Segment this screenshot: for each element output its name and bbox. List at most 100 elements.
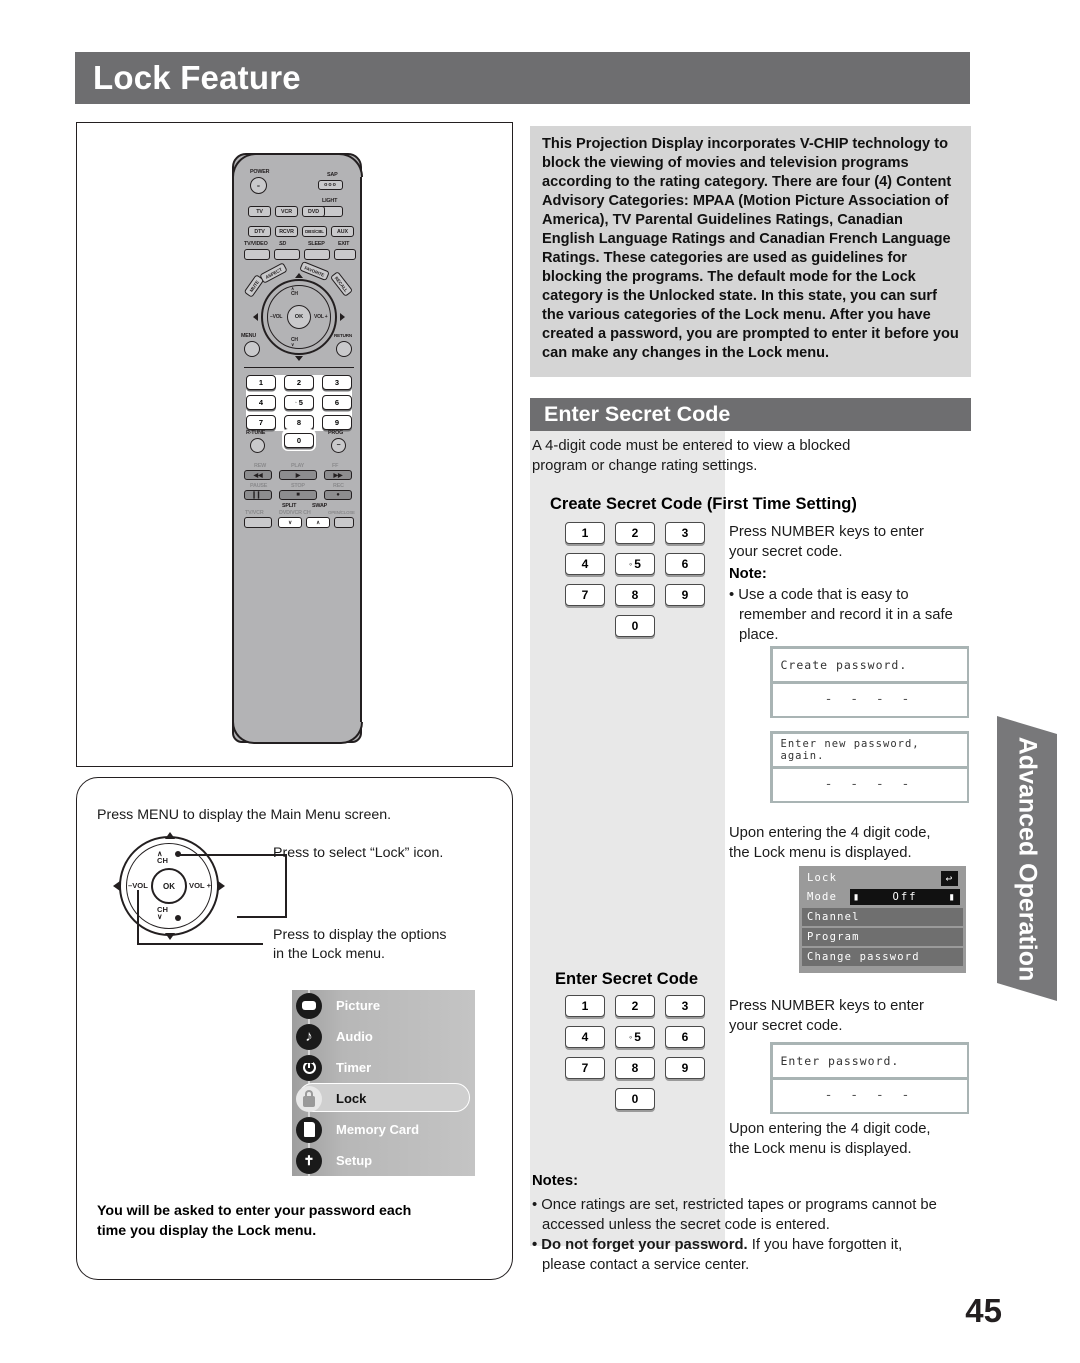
remote-dvd-button[interactable]: DVD (302, 206, 325, 217)
enter-key-0[interactable]: 0 (615, 1088, 655, 1110)
create-key-0[interactable]: 0 (615, 615, 655, 637)
remote-open-close-button[interactable] (334, 517, 354, 528)
remote-rcvr-button[interactable]: RCVR (275, 226, 298, 237)
remote-key-2[interactable]: 2 (284, 375, 314, 390)
create-key-7[interactable]: 7 (565, 584, 605, 606)
remote-key-7[interactable]: 7 (246, 415, 276, 430)
page-title-bar: Lock Feature (75, 52, 970, 104)
remote-sleep-button[interactable] (304, 249, 330, 260)
confirm-password-prompt-row: Enter new password, again. (772, 733, 967, 766)
enter-key-2[interactable]: 2 (615, 995, 655, 1017)
main-menu-item-picture[interactable]: Picture (292, 990, 475, 1021)
mode-right-arrow-icon[interactable]: ▮ (949, 891, 957, 903)
enter-key-4[interactable]: 4 (565, 1026, 605, 1048)
callout-2-leader-v (137, 890, 139, 945)
remote-play-button[interactable]: ▶ (279, 470, 317, 480)
create-key-4[interactable]: 4 (565, 553, 605, 575)
enter-key-6[interactable]: 6 (665, 1026, 705, 1048)
create-password-entry-row[interactable]: - - - - (772, 683, 967, 716)
remote-key-1[interactable]: 1 (246, 375, 276, 390)
main-menu-item-timer[interactable]: Timer (292, 1052, 475, 1083)
remote-prog-button[interactable]: − (331, 438, 346, 453)
create-key-3[interactable]: 3 (665, 522, 705, 544)
remote-tv-button[interactable]: TV (248, 206, 271, 217)
enter-key-1[interactable]: 1 (565, 995, 605, 1017)
remote-vol-plus-label: VOL + (314, 314, 328, 320)
remote-tvvideo-label: TV/VIDEO (244, 241, 268, 247)
enter-key-8[interactable]: 8 (615, 1057, 655, 1079)
remote-rec-button[interactable]: ● (324, 490, 352, 500)
remote-sd-label: SD (279, 241, 287, 247)
remote-aux-button[interactable]: AUX (331, 226, 354, 237)
main-menu-item-memory-card[interactable]: Memory Card (292, 1114, 475, 1145)
remote-key-4[interactable]: 4 (246, 395, 276, 410)
remote-tv-vcr-button[interactable] (244, 517, 272, 528)
remote-pause-button[interactable]: ▎▎ (244, 490, 272, 500)
enter-key-3[interactable]: 3 (665, 995, 705, 1017)
remote-ff-button[interactable]: ▶▶ (324, 470, 352, 480)
remote-sap-button[interactable]: ooo (318, 180, 343, 190)
create-password-dialog: Create password. - - - - (770, 646, 969, 718)
remote-power-button[interactable]: o (250, 177, 267, 194)
remote-key-8[interactable]: 8 (284, 415, 314, 430)
lock-osd-mode-row[interactable]: Mode ▮ Off ▮ (802, 888, 963, 906)
note-2-rest: If you have forgotten it, (747, 1237, 903, 1253)
remote-recall-button[interactable]: RECALL (329, 271, 354, 297)
nav-pad-ok-button[interactable]: OK (151, 868, 187, 904)
lock-osd-item-change-password[interactable]: Change password (802, 948, 963, 966)
password-prompt-note-line1: You will be asked to enter your password… (97, 1203, 412, 1219)
nav-pad-up-arrow-icon (165, 832, 175, 839)
page-title: Lock Feature (93, 59, 301, 96)
remote-favorite-button[interactable]: FAVORITE (299, 260, 330, 282)
main-menu-item-lock[interactable]: Lock (292, 1083, 475, 1114)
create-key-5[interactable]: ◦ 5 (615, 553, 655, 575)
remote-key-5[interactable]: ◦ 5 (284, 395, 314, 410)
mode-left-arrow-icon[interactable]: ▮ (853, 891, 861, 903)
remote-rtune-label: R-TUNE (246, 430, 266, 436)
main-menu-label-setup: Setup (336, 1153, 373, 1168)
remote-stop-button[interactable]: ■ (279, 490, 317, 500)
remote-ch-up-button[interactable]: ∧ (306, 517, 330, 528)
confirm-password-entry-row[interactable]: - - - - (772, 768, 967, 801)
remote-rew-button[interactable]: ◀◀ (244, 470, 272, 480)
remote-vcr-button[interactable]: VCR (275, 206, 298, 217)
nav-pad-diagram: OK ∧ CH CH ∨ –VOL VOL + (113, 830, 225, 942)
remote-exit-button[interactable] (334, 249, 356, 260)
remote-return-button[interactable] (336, 341, 352, 357)
create-key-1[interactable]: 1 (565, 522, 605, 544)
remote-key-9[interactable]: 9 (322, 415, 352, 430)
enter-password-entry-row[interactable]: - - - - (772, 1079, 967, 1112)
remote-key-3[interactable]: 3 (322, 375, 352, 390)
nav-pad-right-arrow-icon (218, 881, 225, 891)
remote-rtune-button[interactable] (250, 438, 265, 453)
remote-power-label: POWER (250, 169, 270, 175)
remote-play-label: PLAY (291, 463, 305, 469)
remote-ch-down-button[interactable]: ∨ (278, 517, 302, 528)
main-menu-item-setup[interactable]: ✝ Setup (292, 1145, 475, 1176)
lock-osd-mode-value-box[interactable]: ▮ Off ▮ (850, 889, 960, 905)
secret-code-intro-line2: program or change rating settings. (532, 458, 758, 474)
create-key-2[interactable]: 2 (615, 522, 655, 544)
enter-key-7[interactable]: 7 (565, 1057, 605, 1079)
nav-pad-down-arrow-icon (165, 933, 175, 940)
create-key-6[interactable]: 6 (665, 553, 705, 575)
lock-osd-item-channel[interactable]: Channel (802, 908, 963, 926)
lock-osd-item-program[interactable]: Program (802, 928, 963, 946)
enter-key-5[interactable]: ◦ 5 (615, 1026, 655, 1048)
remote-menu-button[interactable] (244, 341, 260, 357)
back-arrow-icon[interactable]: ↩ (941, 870, 958, 886)
create-password-prompt-row: Create password. (772, 648, 967, 681)
remote-ok-button[interactable]: OK (287, 305, 311, 329)
remote-aspect-button[interactable]: ASPECT (259, 262, 288, 284)
remote-sd-button[interactable] (274, 249, 300, 260)
enter-key-9[interactable]: 9 (665, 1057, 705, 1079)
create-key-8[interactable]: 8 (615, 584, 655, 606)
enter-instruction-line1: Press NUMBER keys to enter (729, 998, 924, 1014)
remote-tvvideo-button[interactable] (244, 249, 270, 260)
remote-dtv-button[interactable]: DTV (248, 226, 271, 237)
create-key-9[interactable]: 9 (665, 584, 705, 606)
main-menu-item-audio[interactable]: ♪ Audio (292, 1021, 475, 1052)
remote-key-0[interactable]: 0 (284, 433, 314, 448)
remote-dbs-cbl-button[interactable]: DBS/CBL (302, 226, 327, 237)
remote-key-6[interactable]: 6 (322, 395, 352, 410)
